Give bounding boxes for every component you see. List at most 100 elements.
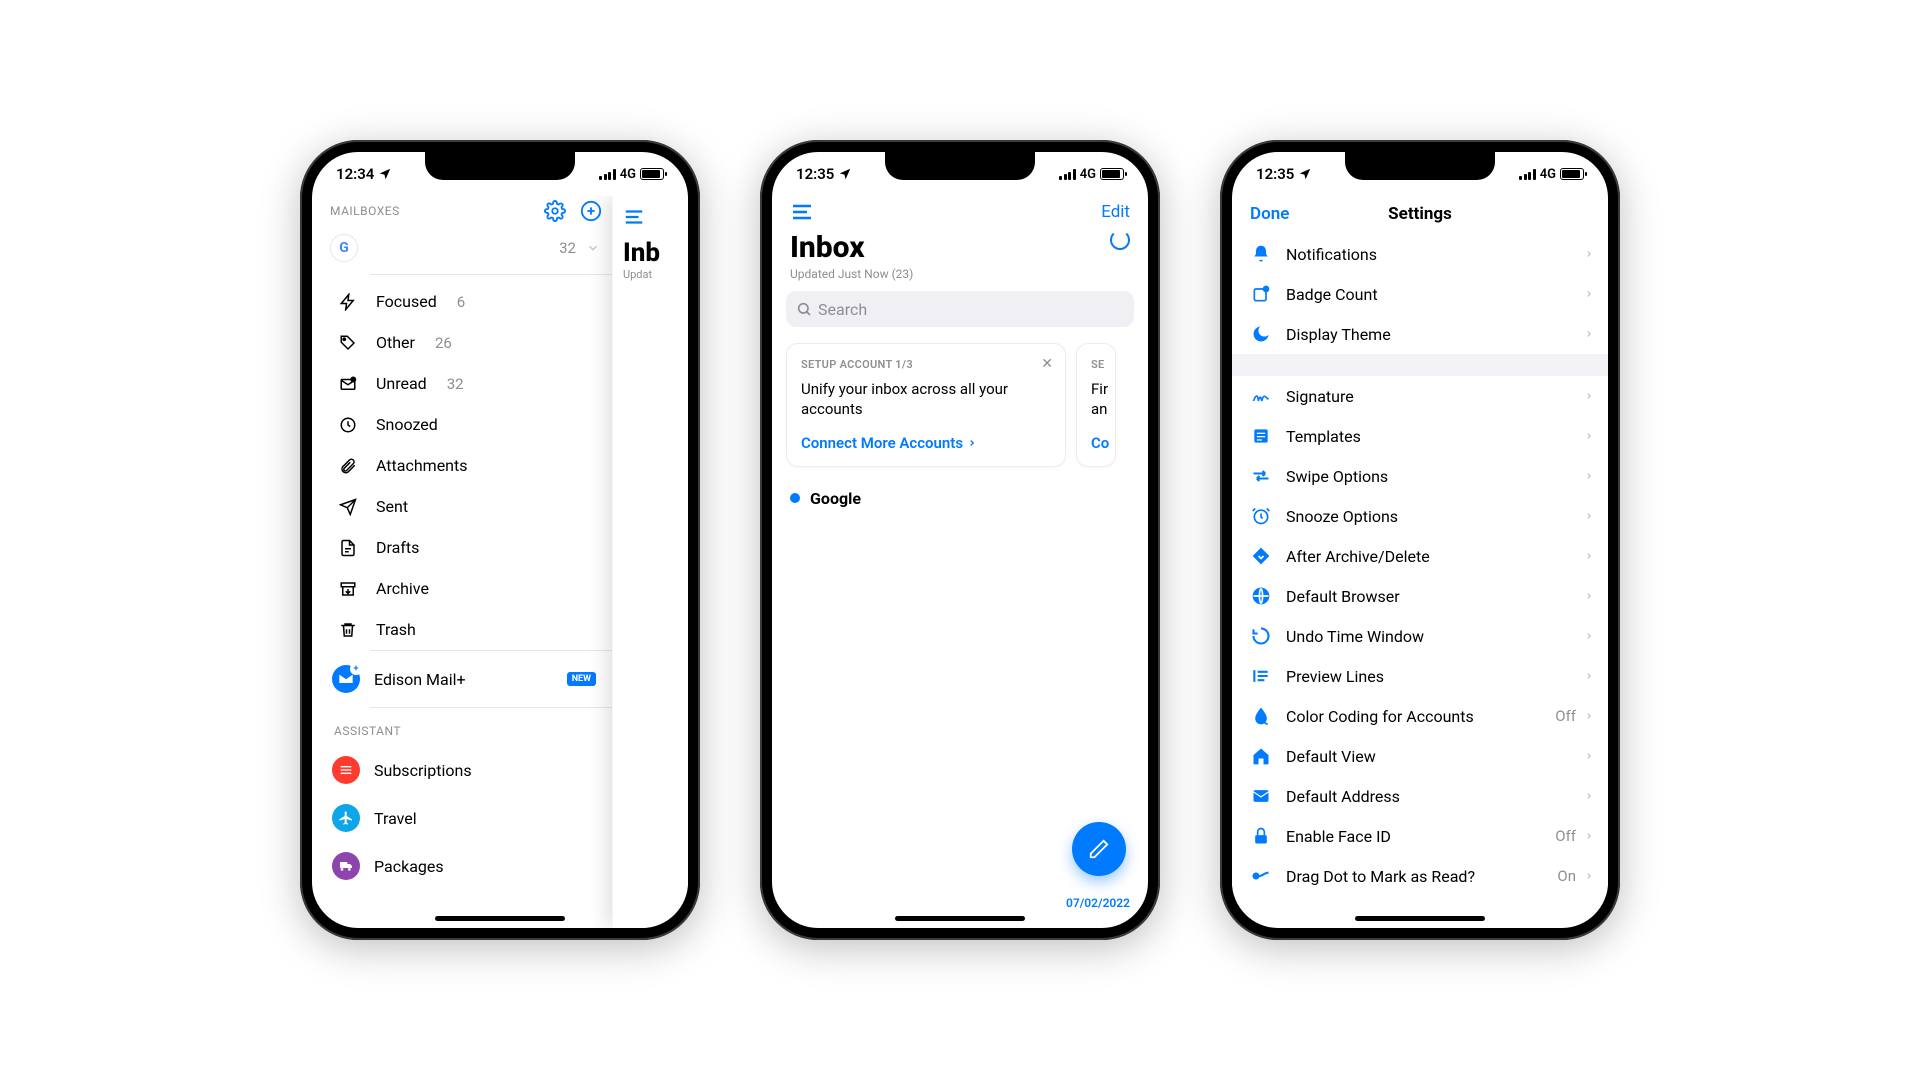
edit-button[interactable]: Edit <box>1101 202 1130 222</box>
close-icon[interactable]: ✕ <box>1041 356 1053 372</box>
envelope-icon <box>336 375 360 393</box>
dragdot-icon <box>1246 866 1276 886</box>
home-indicator[interactable] <box>895 916 1025 921</box>
settings-gap <box>1232 354 1608 376</box>
folder-label: Focused <box>376 292 437 311</box>
assistant-travel[interactable]: Travel <box>330 794 612 842</box>
sidebar-folder-other[interactable]: Other 26 <box>330 322 612 363</box>
menu-icon[interactable] <box>790 200 814 224</box>
archive-icon <box>336 580 360 598</box>
folder-count: 32 <box>447 375 464 393</box>
settings-row-notifications[interactable]: Notifications <box>1232 234 1608 274</box>
trash-icon <box>336 621 360 639</box>
battery-icon <box>640 168 664 180</box>
card-cta-label: Connect More Accounts <box>801 434 963 452</box>
folder-label: Trash <box>376 620 416 639</box>
compose-fab[interactable] <box>1072 822 1126 876</box>
chevron-right-icon <box>1584 869 1594 883</box>
settings-row-enable-face-id[interactable]: Enable Face ID Off <box>1232 816 1608 856</box>
folder-count: 6 <box>457 293 465 311</box>
menu-icon[interactable] <box>623 202 688 238</box>
folder-label: Archive <box>376 579 429 598</box>
settings-row-after-archive-delete[interactable]: After Archive/Delete <box>1232 536 1608 576</box>
settings-label: Default Address <box>1286 787 1584 806</box>
sidebar[interactable]: MAILBOXES G <box>312 196 612 928</box>
settings-value: Off <box>1555 707 1576 725</box>
settings-label: Templates <box>1286 427 1584 446</box>
settings-row-drag-dot-to-mark-as-read-[interactable]: Drag Dot to Mark as Read? On <box>1232 856 1608 896</box>
search-input[interactable]: Search <box>786 291 1134 327</box>
settings-label: Swipe Options <box>1286 467 1584 486</box>
account-row[interactable]: G 32 <box>330 222 612 274</box>
assistant-subscriptions[interactable]: Subscriptions <box>330 746 612 794</box>
sidebar-folder-snoozed[interactable]: Snoozed <box>330 404 612 445</box>
settings-row-signature[interactable]: Signature <box>1232 376 1608 416</box>
page-title: Settings <box>1388 204 1452 224</box>
settings-row-preview-lines[interactable]: Preview Lines <box>1232 656 1608 696</box>
settings-row-color-coding-for-accounts[interactable]: Color Coding for Accounts Off <box>1232 696 1608 736</box>
bell-icon <box>1246 244 1276 264</box>
chevron-right-icon <box>1584 429 1594 443</box>
settings-row-snooze-options[interactable]: Snooze Options <box>1232 496 1608 536</box>
settings-row-default-browser[interactable]: Default Browser <box>1232 576 1608 616</box>
signature-icon <box>1246 386 1276 406</box>
home-icon <box>1246 746 1276 766</box>
plane-icon <box>336 498 360 516</box>
home-indicator[interactable] <box>435 916 565 921</box>
add-icon[interactable] <box>580 200 602 222</box>
phone-mockup-2: 12:35 4G Edit Inbox Updated <box>760 140 1160 940</box>
settings-row-swipe-options[interactable]: Swipe Options <box>1232 456 1608 496</box>
sidebar-folder-focused[interactable]: Focused 6 <box>330 281 612 322</box>
sidebar-folder-unread[interactable]: Unread 32 <box>330 363 612 404</box>
setup-card[interactable]: SETUP ACCOUNT 1/3 ✕ Unify your inbox acr… <box>786 343 1066 467</box>
battery-icon <box>1560 168 1584 180</box>
settings-label: Snooze Options <box>1286 507 1584 526</box>
folder-label: Other <box>376 333 415 352</box>
settings-row-default-address[interactable]: Default Address <box>1232 776 1608 816</box>
done-button[interactable]: Done <box>1250 204 1289 224</box>
spinner-icon <box>1110 230 1130 250</box>
phone-mockup-1: 12:34 4G MAILBOXES <box>300 140 700 940</box>
chevron-right-icon <box>1584 389 1594 403</box>
inbox-peek[interactable]: Inb Updat <box>612 196 688 928</box>
setup-card-next[interactable]: SE Fir an Co <box>1076 343 1116 467</box>
network-label: 4G <box>620 167 636 182</box>
edison-label: Edison Mail+ <box>374 670 466 689</box>
search-placeholder: Search <box>818 300 867 319</box>
settings-row-undo-time-window[interactable]: Undo Time Window <box>1232 616 1608 656</box>
assistant-label: Travel <box>374 809 417 828</box>
date-stamp: 07/02/2022 <box>1066 896 1130 910</box>
location-icon <box>378 167 392 181</box>
assistant-header: ASSISTANT <box>330 708 612 746</box>
settings-label: Preview Lines <box>1286 667 1584 686</box>
sidebar-folder-archive[interactable]: Archive <box>330 568 612 609</box>
sidebar-folder-trash[interactable]: Trash <box>330 609 612 650</box>
settings-row-templates[interactable]: Templates <box>1232 416 1608 456</box>
edison-icon: + <box>332 665 360 693</box>
sidebar-folder-attachments[interactable]: Attachments <box>330 445 612 486</box>
google-avatar-icon: G <box>330 234 358 262</box>
phone-mockup-3: 12:35 4G Done Settings Notifications <box>1220 140 1620 940</box>
chevron-right-icon <box>1584 829 1594 843</box>
chevron-down-icon[interactable] <box>586 241 600 255</box>
edison-mail-plus-row[interactable]: + Edison Mail+ NEW <box>330 651 612 707</box>
phone-notch <box>425 152 575 180</box>
account-section-header[interactable]: Google <box>772 479 1148 518</box>
templates-icon <box>1246 426 1276 446</box>
sidebar-header: MAILBOXES <box>330 204 400 218</box>
card-cta[interactable]: Co <box>1091 434 1101 452</box>
gear-icon[interactable] <box>544 200 566 222</box>
settings-row-badge-count[interactable]: Badge Count <box>1232 274 1608 314</box>
chevron-right-icon <box>1584 749 1594 763</box>
sidebar-folder-drafts[interactable]: Drafts <box>330 527 612 568</box>
folder-label: Drafts <box>376 538 419 557</box>
sidebar-folder-sent[interactable]: Sent <box>330 486 612 527</box>
card-cta[interactable]: Connect More Accounts <box>801 434 1051 452</box>
moon-icon <box>1246 324 1276 344</box>
undo-icon <box>1246 626 1276 646</box>
settings-row-display-theme[interactable]: Display Theme <box>1232 314 1608 354</box>
settings-row-default-view[interactable]: Default View <box>1232 736 1608 776</box>
assistant-packages[interactable]: Packages <box>330 842 612 890</box>
folder-label: Snoozed <box>376 415 438 434</box>
home-indicator[interactable] <box>1355 916 1485 921</box>
